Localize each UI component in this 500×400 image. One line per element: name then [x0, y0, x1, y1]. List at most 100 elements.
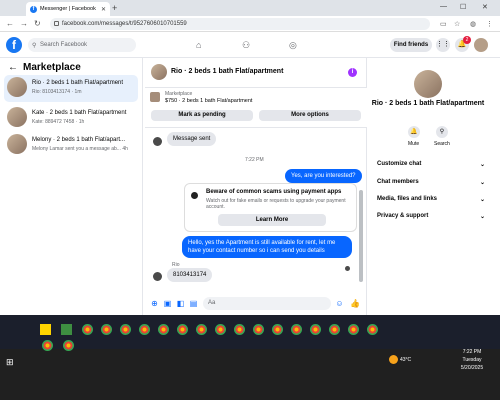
chrome-icon[interactable]: [42, 340, 53, 351]
chrome-icon[interactable]: [348, 324, 359, 335]
chat-header: Rio · 2 beds 1 bath Flat/apartment i: [145, 58, 367, 88]
forward-icon[interactable]: →: [20, 19, 28, 28]
minimize-icon[interactable]: —: [440, 3, 447, 10]
emoji-icon[interactable]: ☺: [335, 299, 344, 308]
sticky-notes-icon[interactable]: [40, 324, 51, 335]
chat-members-row[interactable]: Chat members ⌄: [377, 179, 487, 186]
facebook-logo-icon[interactable]: f: [6, 37, 22, 53]
chat-details-panel: Rio · 2 beds 1 bath Flat/apartment 🔔 Mut…: [368, 58, 492, 315]
address-bar-row: ← → ↻ facebook.com/messages/t/9527606010…: [0, 16, 500, 32]
menu-icon[interactable]: ⋮: [486, 20, 493, 28]
gif-icon[interactable]: ▤: [189, 299, 198, 308]
find-friends-button[interactable]: Find friends: [390, 38, 432, 52]
chevron-down-icon: ⌄: [479, 197, 485, 203]
photo-icon[interactable]: ▣: [163, 299, 172, 308]
customize-chat-row[interactable]: Customize chat ⌄: [377, 161, 487, 168]
conversation-title: Melony · 2 beds 1 bath Flat/apart...: [32, 137, 126, 143]
conversation-preview: Kate: 889472 7458 · 1h: [32, 119, 85, 125]
marketplace-header: ← Marketplace: [8, 62, 81, 73]
listing-thumbnail[interactable]: [150, 92, 160, 102]
chat-thumbnail[interactable]: [151, 64, 167, 80]
sticker-icon[interactable]: ◧: [176, 299, 185, 308]
chrome-icon[interactable]: [82, 324, 93, 335]
privacy-support-row[interactable]: Privacy & support ⌄: [377, 213, 487, 220]
url-field[interactable]: facebook.com/messages/t/9527606010701559: [50, 18, 430, 30]
profile-icon[interactable]: ◍: [470, 20, 476, 28]
message-input[interactable]: Aa: [203, 297, 331, 310]
learn-more-button[interactable]: Learn More: [218, 214, 326, 226]
chat-profile-avatar[interactable]: [414, 70, 442, 98]
scam-warning-text: Watch out for fake emails or requests to…: [206, 198, 346, 210]
chrome-icon[interactable]: [158, 324, 169, 335]
message-composer: ⊕ ▣ ◧ ▤ Aa ☺ 👍: [145, 294, 367, 314]
chrome-icon[interactable]: [253, 324, 264, 335]
chrome-icon[interactable]: [177, 324, 188, 335]
marketplace-title: Marketplace: [23, 62, 81, 73]
media-files-links-row[interactable]: Media, files and links ⌄: [377, 196, 487, 203]
chat-scrollbar[interactable]: [359, 190, 363, 282]
windows-start-icon[interactable]: ⊞: [6, 357, 14, 368]
chat-title[interactable]: Rio · 2 beds 1 bath Flat/apartment: [171, 68, 283, 75]
windows-taskbar: ⊞ 43°C 7:22 PM Tuesday 5/20/2025: [0, 340, 500, 400]
scam-warning-title: Beware of common scams using payment app…: [206, 189, 342, 195]
browser-tab-messenger[interactable]: f Messenger | Facebook ✕: [26, 2, 110, 16]
friends-icon[interactable]: ⚇: [242, 40, 250, 51]
site-info-icon[interactable]: [54, 21, 59, 26]
back-icon[interactable]: ←: [6, 19, 14, 28]
back-arrow-icon[interactable]: ←: [8, 62, 18, 73]
new-tab-button[interactable]: +: [112, 3, 117, 13]
conversation-item[interactable]: Rio · 2 beds 1 bath Flat/apartment Rio: …: [4, 75, 138, 102]
excel-icon[interactable]: [61, 324, 72, 335]
message-timestamp: 7:22 PM: [245, 157, 264, 163]
more-options-button[interactable]: More options: [259, 110, 361, 121]
listing-price[interactable]: $750 · 2 beds 1 bath Flat/apartment: [165, 98, 252, 104]
home-icon[interactable]: ⌂: [196, 40, 201, 50]
browser-tab-strip: f Messenger | Facebook ✕ + — ☐ ✕: [0, 0, 500, 16]
sender-avatar: [153, 272, 162, 281]
chrome-icon[interactable]: [63, 340, 74, 351]
close-tab-icon[interactable]: ✕: [101, 6, 106, 13]
chevron-down-icon: ⌄: [479, 214, 485, 220]
conversation-item[interactable]: Melony · 2 beds 1 bath Flat/apart... Mel…: [4, 132, 138, 159]
chrome-icon[interactable]: [101, 324, 112, 335]
weather-icon[interactable]: [389, 355, 398, 364]
chrome-icon[interactable]: [272, 324, 283, 335]
cast-icon[interactable]: ▭: [440, 20, 447, 28]
clock-day[interactable]: Tuesday: [452, 357, 492, 363]
chrome-icon[interactable]: [291, 324, 302, 335]
maximize-icon[interactable]: ☐: [460, 3, 466, 11]
chrome-icon[interactable]: [196, 324, 207, 335]
account-avatar[interactable]: [474, 38, 488, 52]
info-icon[interactable]: i: [348, 68, 357, 77]
clock-time[interactable]: 7:22 PM: [452, 349, 492, 355]
facebook-favicon-icon: f: [30, 5, 37, 13]
listing-label: Marketplace: [165, 91, 193, 97]
conversation-preview: Melony Lamar sent you a message ab... 4h: [32, 146, 128, 152]
chrome-icon[interactable]: [367, 324, 378, 335]
plus-icon[interactable]: ⊕: [150, 299, 159, 308]
close-window-icon[interactable]: ✕: [482, 3, 488, 11]
chat-profile-name: Rio · 2 beds 1 bath Flat/apartment: [371, 100, 485, 107]
conversation-item[interactable]: Kate · 2 beds 1 bath Flat/apartment Kate…: [4, 105, 138, 132]
search-icon[interactable]: ⚲: [436, 126, 448, 138]
menu-grid-icon[interactable]: ⋮⋮: [436, 38, 450, 52]
like-icon[interactable]: 👍: [350, 299, 360, 308]
chrome-icon[interactable]: [310, 324, 321, 335]
facebook-top-nav: f ⚲ Search Facebook ⌂ ⚇ ◎ Find friends ⋮…: [0, 33, 500, 58]
mark-as-pending-button[interactable]: Mark as pending: [151, 110, 253, 121]
chrome-icon[interactable]: [120, 324, 131, 335]
reload-icon[interactable]: ↻: [34, 19, 41, 28]
clock-date[interactable]: 5/20/2025: [452, 365, 492, 371]
weather-temp[interactable]: 43°C: [400, 357, 411, 363]
chrome-icon[interactable]: [234, 324, 245, 335]
bookmark-icon[interactable]: ☆: [454, 20, 460, 28]
chrome-icon[interactable]: [139, 324, 150, 335]
groups-icon[interactable]: ◎: [289, 40, 297, 51]
conversation-thumbnail: [7, 77, 27, 97]
mute-icon[interactable]: 🔔: [408, 126, 420, 138]
marketplace-conversations-panel: ← Marketplace Rio · 2 beds 1 bath Flat/a…: [0, 58, 143, 315]
chrome-icon[interactable]: [329, 324, 340, 335]
search-input[interactable]: ⚲ Search Facebook: [28, 38, 136, 52]
message-list: Message sent 7:22 PM Yes, are you intere…: [145, 128, 367, 293]
chrome-icon[interactable]: [215, 324, 226, 335]
